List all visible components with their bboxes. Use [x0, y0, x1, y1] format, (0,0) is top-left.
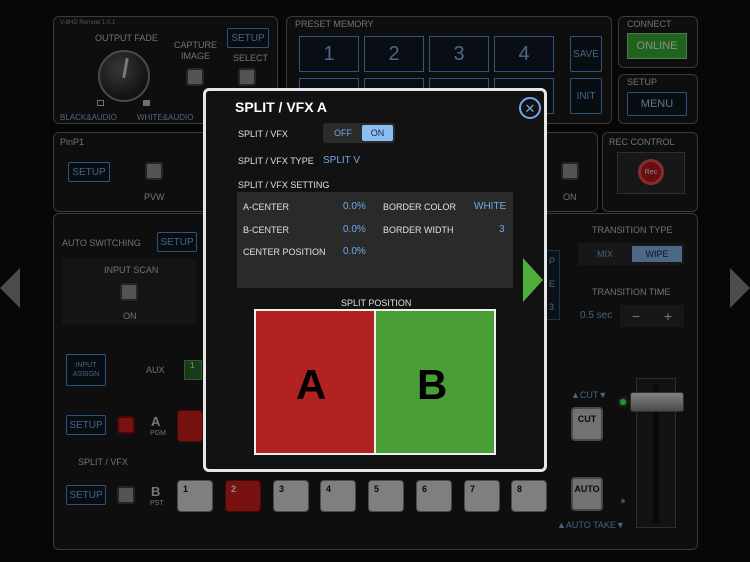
- split-position-label: SPLIT POSITION: [341, 298, 412, 308]
- a-center-label: A-CENTER: [243, 202, 290, 212]
- next-arrow-icon[interactable]: [523, 258, 543, 302]
- b-center-label: B-CENTER: [243, 225, 290, 235]
- close-icon[interactable]: ✕: [519, 97, 541, 119]
- border-color-label: BORDER COLOR: [383, 202, 457, 212]
- split-vfx-setting-label: SPLIT / VFX SETTING: [238, 180, 330, 190]
- center-position-label: CENTER POSITION: [243, 247, 326, 257]
- split-vfx-off-button[interactable]: OFF: [326, 125, 360, 141]
- split-b-letter: B: [417, 361, 448, 408]
- center-position-value[interactable]: 0.0%: [343, 246, 366, 257]
- split-vfx-label: SPLIT / VFX: [238, 129, 288, 139]
- split-preview[interactable]: A B: [254, 309, 496, 455]
- border-width-label: BORDER WIDTH: [383, 225, 454, 235]
- b-center-value[interactable]: 0.0%: [343, 224, 366, 235]
- split-vfx-type-label: SPLIT / VFX TYPE: [238, 156, 314, 166]
- a-center-value[interactable]: 0.0%: [343, 201, 366, 212]
- split-vfx-dialog: SPLIT / VFX A ✕ SPLIT / VFX OFF ON SPLIT…: [203, 88, 547, 472]
- split-a-letter: A: [296, 361, 327, 408]
- dialog-title: SPLIT / VFX A: [235, 99, 328, 115]
- border-color-value[interactable]: WHITE: [474, 201, 506, 212]
- split-vfx-type-value[interactable]: SPLIT V: [323, 155, 360, 166]
- split-vfx-on-button[interactable]: ON: [362, 125, 393, 141]
- border-width-value[interactable]: 3: [499, 224, 505, 235]
